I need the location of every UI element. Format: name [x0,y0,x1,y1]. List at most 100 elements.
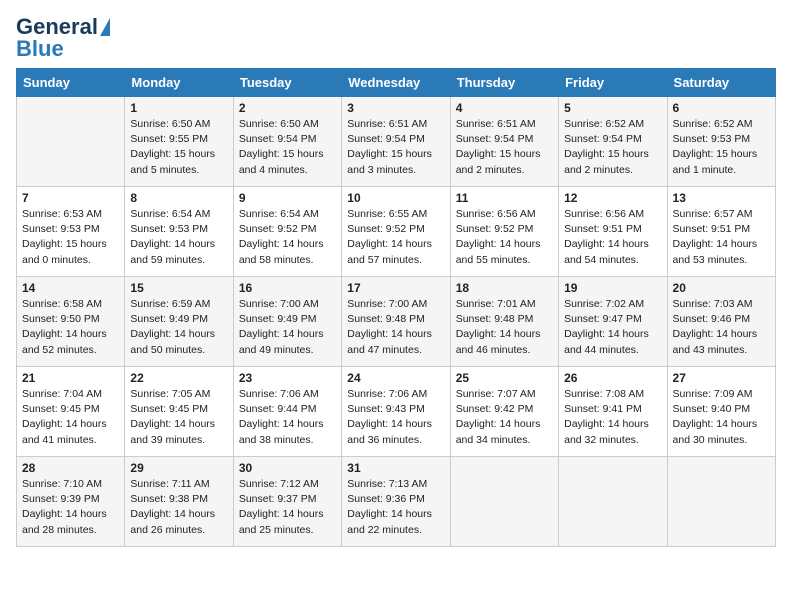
calendar-cell: 13Sunrise: 6:57 AM Sunset: 9:51 PM Dayli… [667,187,775,277]
day-content: Sunrise: 6:56 AM Sunset: 9:52 PM Dayligh… [456,207,553,268]
day-number: 25 [456,371,553,385]
calendar-week-row: 7Sunrise: 6:53 AM Sunset: 9:53 PM Daylig… [17,187,776,277]
day-number: 28 [22,461,119,475]
calendar-week-row: 21 Sunrise: 7:04 AM Sunset: 9:45 PM Dayli… [17,367,776,457]
day-content: Sunrise: 7:02 AM Sunset: 9:47 PM Dayligh… [564,297,661,358]
day-content: Sunrise: 7:04 AM Sunset: 9:45 PM Dayligh… [22,387,119,448]
calendar-cell: 3 Sunrise: 6:51 AM Sunset: 9:54 PM Daylig… [342,97,450,187]
day-content: Sunrise: 7:13 AM Sunset: 9:36 PM Dayligh… [347,477,444,538]
day-number: 19 [564,281,661,295]
header-day: Tuesday [233,69,341,97]
calendar-cell: 18 Sunrise: 7:01 AM Sunset: 9:48 PM Dayli… [450,277,558,367]
calendar-cell: 26Sunrise: 7:08 AM Sunset: 9:41 PM Dayli… [559,367,667,457]
day-number: 2 [239,101,336,115]
header-day: Saturday [667,69,775,97]
day-number: 31 [347,461,444,475]
calendar-cell: 17 Sunrise: 7:00 AM Sunset: 9:48 PM Dayli… [342,277,450,367]
day-number: 1 [130,101,227,115]
day-number: 29 [130,461,227,475]
calendar-table: SundayMondayTuesdayWednesdayThursdayFrid… [16,68,776,547]
day-content: Sunrise: 6:58 AM Sunset: 9:50 PM Dayligh… [22,297,119,358]
day-content: Sunrise: 6:57 AM Sunset: 9:51 PM Dayligh… [673,207,770,268]
day-content: Sunrise: 7:09 AM Sunset: 9:40 PM Dayligh… [673,387,770,448]
day-content: Sunrise: 6:50 AM Sunset: 9:54 PM Dayligh… [239,117,336,178]
day-number: 14 [22,281,119,295]
calendar-cell: 23 Sunrise: 7:06 AM Sunset: 9:44 PM Dayli… [233,367,341,457]
calendar-cell: 25 Sunrise: 7:07 AM Sunset: 9:42 PM Dayli… [450,367,558,457]
day-content: Sunrise: 7:05 AM Sunset: 9:45 PM Dayligh… [130,387,227,448]
logo-triangle-icon [100,18,110,36]
calendar-cell: 14 Sunrise: 6:58 AM Sunset: 9:50 PM Dayli… [17,277,125,367]
day-content: Sunrise: 6:50 AM Sunset: 9:55 PM Dayligh… [130,117,227,178]
calendar-cell: 27 Sunrise: 7:09 AM Sunset: 9:40 PM Dayli… [667,367,775,457]
calendar-cell: 31 Sunrise: 7:13 AM Sunset: 9:36 PM Dayli… [342,457,450,547]
calendar-cell [17,97,125,187]
calendar-cell: 12Sunrise: 6:56 AM Sunset: 9:51 PM Dayli… [559,187,667,277]
header-day: Sunday [17,69,125,97]
day-content: Sunrise: 6:51 AM Sunset: 9:54 PM Dayligh… [347,117,444,178]
day-number: 24 [347,371,444,385]
calendar-cell: 21 Sunrise: 7:04 AM Sunset: 9:45 PM Dayli… [17,367,125,457]
day-number: 9 [239,191,336,205]
calendar-cell: 19 Sunrise: 7:02 AM Sunset: 9:47 PM Dayli… [559,277,667,367]
day-content: Sunrise: 7:01 AM Sunset: 9:48 PM Dayligh… [456,297,553,358]
calendar-cell: 29 Sunrise: 7:11 AM Sunset: 9:38 PM Dayli… [125,457,233,547]
calendar-cell [559,457,667,547]
logo-blue: Blue [16,38,64,60]
day-content: Sunrise: 7:11 AM Sunset: 9:38 PM Dayligh… [130,477,227,538]
header-day: Friday [559,69,667,97]
day-number: 11 [456,191,553,205]
day-content: Sunrise: 7:07 AM Sunset: 9:42 PM Dayligh… [456,387,553,448]
day-content: Sunrise: 6:55 AM Sunset: 9:52 PM Dayligh… [347,207,444,268]
day-content: Sunrise: 7:10 AM Sunset: 9:39 PM Dayligh… [22,477,119,538]
calendar-cell: 24Sunrise: 7:06 AM Sunset: 9:43 PM Dayli… [342,367,450,457]
day-content: Sunrise: 6:59 AM Sunset: 9:49 PM Dayligh… [130,297,227,358]
calendar-cell [667,457,775,547]
day-number: 18 [456,281,553,295]
day-number: 16 [239,281,336,295]
day-number: 20 [673,281,770,295]
calendar-cell: 5Sunrise: 6:52 AM Sunset: 9:54 PM Daylig… [559,97,667,187]
day-number: 26 [564,371,661,385]
day-number: 23 [239,371,336,385]
calendar-cell [450,457,558,547]
header-day: Monday [125,69,233,97]
day-content: Sunrise: 7:00 AM Sunset: 9:48 PM Dayligh… [347,297,444,358]
calendar-cell: 20Sunrise: 7:03 AM Sunset: 9:46 PM Dayli… [667,277,775,367]
calendar-body: 1 Sunrise: 6:50 AM Sunset: 9:55 PM Daylig… [17,97,776,547]
day-content: Sunrise: 6:54 AM Sunset: 9:53 PM Dayligh… [130,207,227,268]
calendar-cell: 1 Sunrise: 6:50 AM Sunset: 9:55 PM Daylig… [125,97,233,187]
day-number: 15 [130,281,227,295]
day-content: Sunrise: 6:52 AM Sunset: 9:54 PM Dayligh… [564,117,661,178]
calendar-cell: 22Sunrise: 7:05 AM Sunset: 9:45 PM Dayli… [125,367,233,457]
day-content: Sunrise: 7:06 AM Sunset: 9:44 PM Dayligh… [239,387,336,448]
calendar-cell: 2 Sunrise: 6:50 AM Sunset: 9:54 PM Daylig… [233,97,341,187]
calendar-week-row: 1 Sunrise: 6:50 AM Sunset: 9:55 PM Daylig… [17,97,776,187]
logo-general: General [16,16,98,38]
day-number: 17 [347,281,444,295]
calendar-week-row: 14 Sunrise: 6:58 AM Sunset: 9:50 PM Dayli… [17,277,776,367]
day-number: 3 [347,101,444,115]
header-row: SundayMondayTuesdayWednesdayThursdayFrid… [17,69,776,97]
day-content: Sunrise: 6:51 AM Sunset: 9:54 PM Dayligh… [456,117,553,178]
calendar-header: SundayMondayTuesdayWednesdayThursdayFrid… [17,69,776,97]
day-number: 8 [130,191,227,205]
calendar-cell: 8 Sunrise: 6:54 AM Sunset: 9:53 PM Daylig… [125,187,233,277]
day-number: 27 [673,371,770,385]
day-content: Sunrise: 7:00 AM Sunset: 9:49 PM Dayligh… [239,297,336,358]
page-header: General Blue [16,16,776,60]
day-number: 30 [239,461,336,475]
day-number: 12 [564,191,661,205]
day-number: 7 [22,191,119,205]
calendar-cell: 7Sunrise: 6:53 AM Sunset: 9:53 PM Daylig… [17,187,125,277]
calendar-week-row: 28 Sunrise: 7:10 AM Sunset: 9:39 PM Dayli… [17,457,776,547]
calendar-cell: 15 Sunrise: 6:59 AM Sunset: 9:49 PM Dayli… [125,277,233,367]
calendar-cell: 9Sunrise: 6:54 AM Sunset: 9:52 PM Daylig… [233,187,341,277]
day-number: 4 [456,101,553,115]
day-content: Sunrise: 7:12 AM Sunset: 9:37 PM Dayligh… [239,477,336,538]
day-number: 21 [22,371,119,385]
calendar-cell: 11 Sunrise: 6:56 AM Sunset: 9:52 PM Dayli… [450,187,558,277]
calendar-cell: 30 Sunrise: 7:12 AM Sunset: 9:37 PM Dayli… [233,457,341,547]
calendar-cell: 4 Sunrise: 6:51 AM Sunset: 9:54 PM Daylig… [450,97,558,187]
day-number: 6 [673,101,770,115]
